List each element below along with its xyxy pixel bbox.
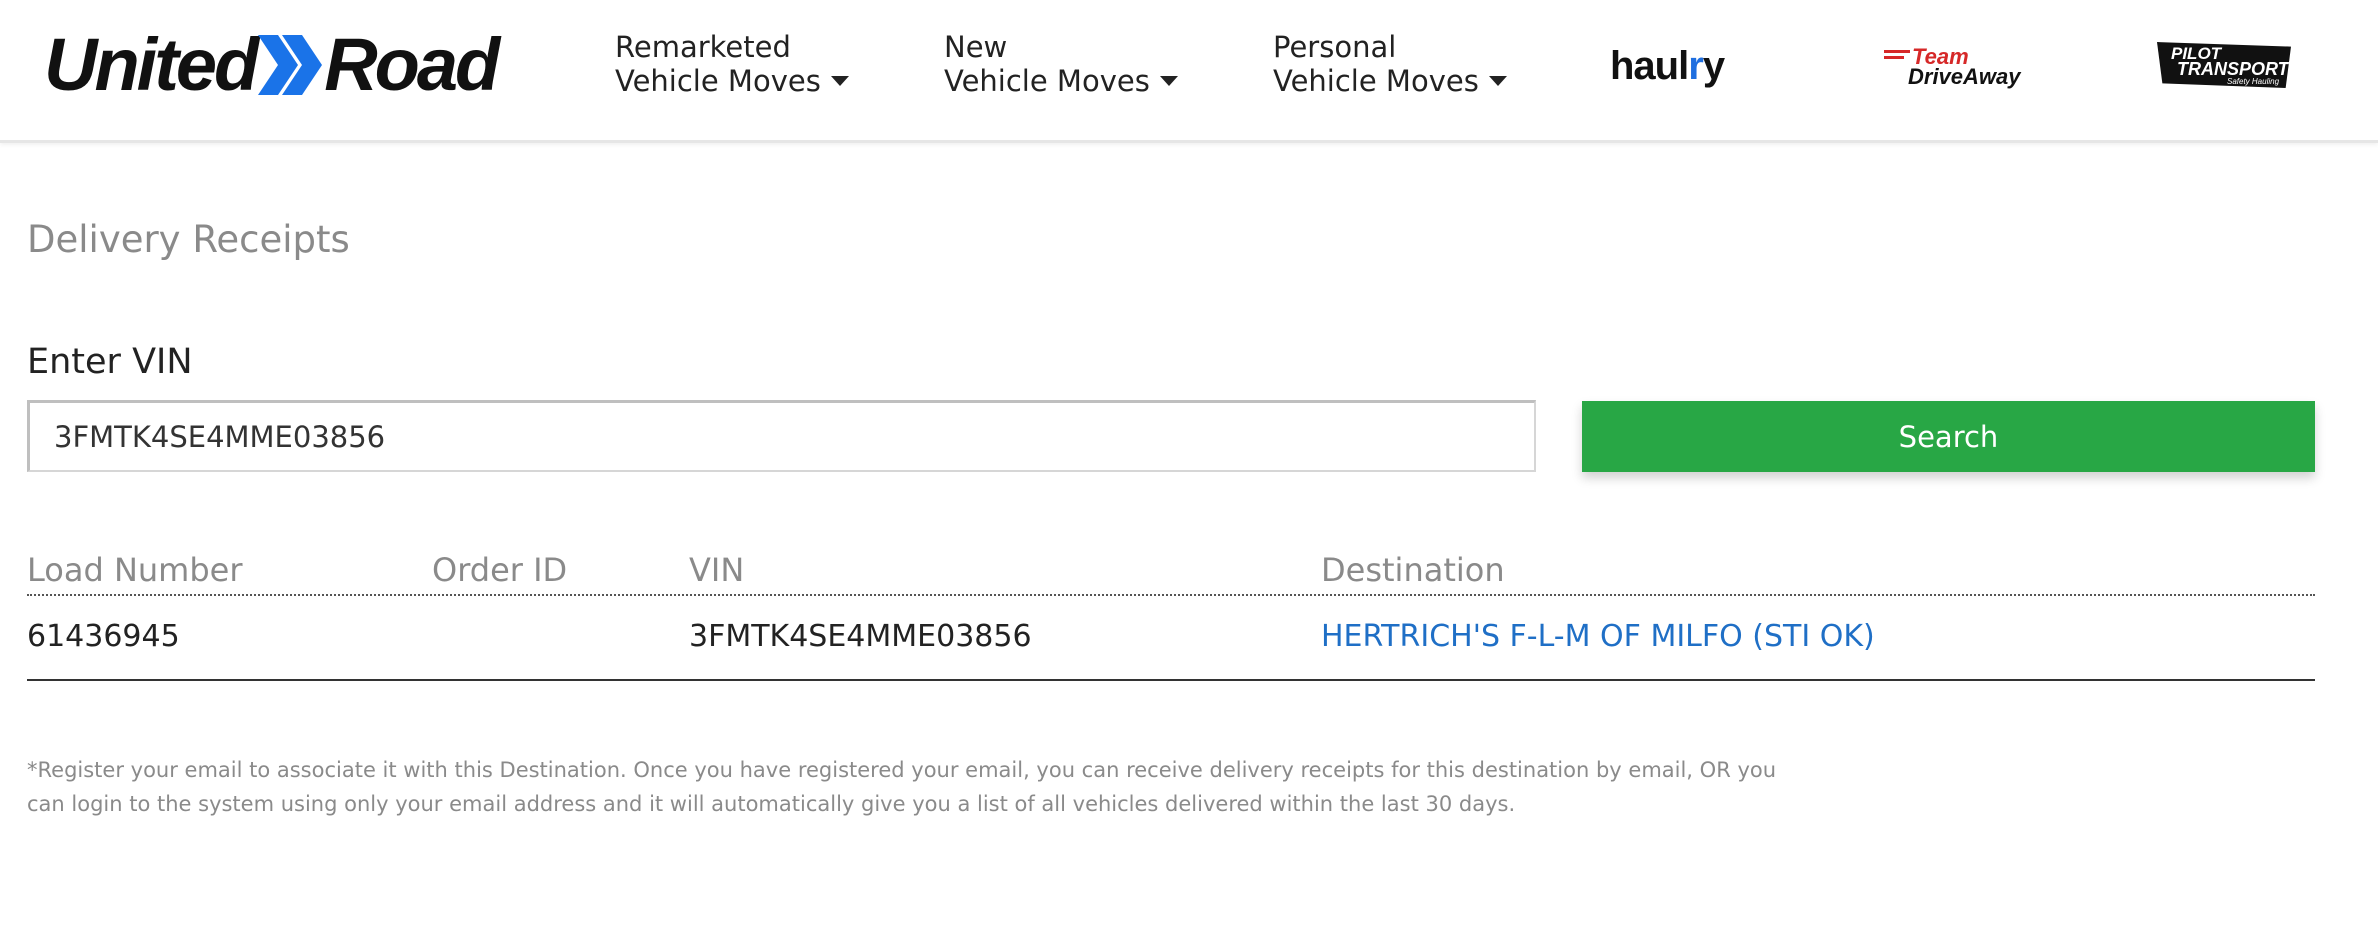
- vin-label: Enter VIN: [27, 342, 193, 382]
- haulry-text-b: r: [1688, 44, 1704, 88]
- caret-down-icon: [1488, 76, 1507, 86]
- header-divider: [27, 594, 2315, 596]
- haulry-text-a: haul: [1610, 44, 1689, 88]
- site-header: United Road Remarketed Vehicle Moves New…: [0, 0, 2378, 143]
- nav-personal-vehicle-moves[interactable]: Personal Vehicle Moves: [1273, 30, 1507, 98]
- column-header-load-number: Load Number: [27, 551, 243, 589]
- column-header-order-id: Order ID: [432, 551, 568, 589]
- pilot-transport-logo[interactable]: PILOT TRANSPORT Safety Hauling Specialis…: [2157, 42, 2291, 88]
- nav-new-vehicle-moves[interactable]: New Vehicle Moves: [944, 30, 1178, 98]
- search-button[interactable]: Search: [1582, 401, 2315, 472]
- team-driveaway-line2: DriveAway: [1908, 64, 2021, 89]
- nav-line2: Vehicle Moves: [615, 64, 821, 98]
- nav-remarketed-vehicle-moves[interactable]: Remarketed Vehicle Moves: [615, 30, 849, 98]
- team-driveaway-logo[interactable]: Team DriveAway: [1884, 44, 2021, 90]
- column-header-destination: Destination: [1321, 551, 1505, 589]
- speed-lines-icon: [1884, 50, 1910, 62]
- logo-text-right: Road: [324, 23, 500, 106]
- register-email-note: *Register your email to associate it wit…: [27, 758, 1777, 816]
- cell-vin: 3FMTK4SE4MME03856: [689, 619, 1032, 654]
- row-divider: [27, 679, 2315, 681]
- caret-down-icon: [830, 76, 849, 86]
- united-road-logo[interactable]: United Road: [44, 23, 500, 106]
- cell-load-number: 61436945: [27, 619, 180, 654]
- nav-line2: Vehicle Moves: [944, 64, 1150, 98]
- column-header-vin: VIN: [689, 551, 745, 589]
- haulry-logo[interactable]: haulry: [1610, 44, 1725, 89]
- double-chevron-icon: [258, 35, 323, 95]
- nav-line1: Remarketed: [615, 30, 791, 64]
- caret-down-icon: [1159, 76, 1178, 86]
- nav-line2: Vehicle Moves: [1273, 64, 1479, 98]
- page-title: Delivery Receipts: [27, 218, 350, 261]
- vin-input[interactable]: [27, 400, 1536, 472]
- haulry-text-c: y: [1702, 44, 1725, 88]
- pilot-tagline: Safety Hauling Specialists: [2227, 77, 2280, 95]
- nav-line1: New: [944, 30, 1008, 64]
- destination-link[interactable]: HERTRICH'S F-L-M OF MILFO (STI OK): [1321, 619, 1875, 654]
- nav-line1: Personal: [1273, 30, 1397, 64]
- logo-text-left: United: [44, 23, 259, 106]
